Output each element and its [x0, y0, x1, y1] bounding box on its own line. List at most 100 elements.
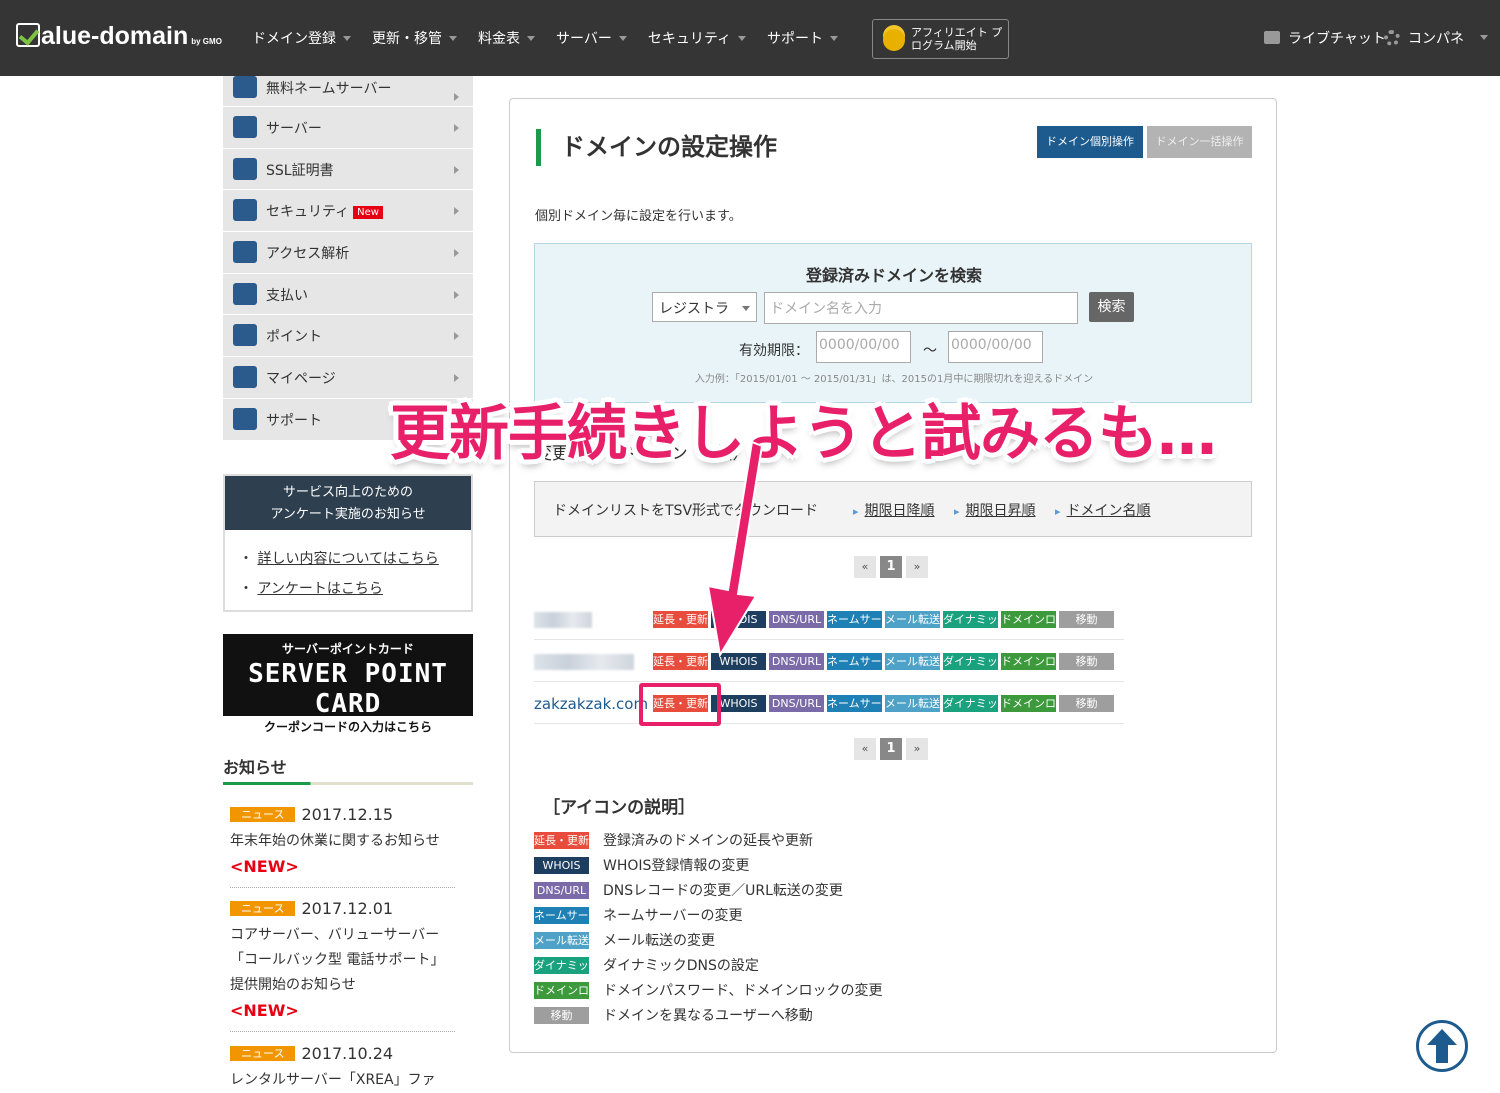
nameserver-chip[interactable]: ネームサーバー — [827, 611, 904, 628]
control-panel-link[interactable]: コンパネ — [1384, 28, 1464, 48]
legend-item: ダイナミック ダイナミックDNSの設定 — [534, 956, 759, 974]
arrow-up-icon — [1427, 1029, 1457, 1063]
list-toolbar: ドメインリストをTSV形式でダウンロード 期限日降順 期限日昇順 ドメイン名順 — [534, 481, 1252, 537]
mail-forward-chip: メール転送 — [534, 931, 589, 949]
icon-legend-title: ［アイコンの説明］ — [543, 798, 696, 818]
blurred-domain-name — [534, 612, 592, 628]
value-domain-logo[interactable]: alue-domain by GMO — [16, 22, 222, 52]
prev-page-button[interactable]: « — [854, 738, 876, 760]
search-title: 登録済みドメインを検索 — [805, 266, 982, 285]
dns-url-chip[interactable]: DNS/URL — [769, 695, 824, 712]
nav-domain-register[interactable]: ドメイン登録 — [252, 28, 351, 48]
news-item[interactable]: ニュース 2017.12.01 コアサーバー、バリューサーバー「コールバック型 電… — [230, 896, 455, 1032]
back-to-top-button[interactable] — [1416, 1020, 1468, 1072]
dynamic-dns-chip[interactable]: ダイナミック — [943, 653, 1009, 670]
sidebar-item-free-nameserver[interactable]: 無料ネームサーバー — [223, 76, 473, 107]
nameserver-chip[interactable]: ネームサーバー — [827, 695, 904, 712]
annotation-arrow-icon — [706, 440, 764, 658]
v-check-icon — [16, 23, 40, 47]
dns-url-chip[interactable]: DNS/URL — [769, 611, 824, 628]
move-chip[interactable]: 移動 — [1059, 653, 1114, 670]
registrar-select[interactable]: レジストラ — [652, 292, 757, 322]
search-button[interactable]: 検索 — [1089, 292, 1134, 322]
survey-notice-header: サービス向上のための アンケート実施のお知らせ — [225, 476, 471, 530]
legend-item: DNS/URL DNSレコードの変更／URL転送の変更 — [534, 880, 843, 900]
sort-name-link[interactable]: ドメイン名順 — [1055, 500, 1151, 520]
news-heading: お知らせ — [223, 754, 473, 785]
bulk-operation-button[interactable]: ドメイン一括操作 — [1147, 126, 1252, 158]
survey-notice-box: サービス向上のための アンケート実施のお知らせ ・ 詳しい内容についてはこちら ・… — [223, 474, 473, 612]
page-title: ドメインの設定操作 — [536, 129, 777, 166]
server-icon — [233, 76, 257, 98]
card-icon — [233, 282, 257, 305]
affiliate-button[interactable]: アフィリエイト プログラム開始 — [872, 19, 1009, 59]
next-page-button[interactable]: » — [906, 738, 928, 760]
divider — [230, 887, 455, 888]
page-1-button[interactable]: 1 — [880, 738, 902, 760]
page-1-button[interactable]: 1 — [880, 556, 902, 578]
domain-search-input[interactable]: ドメイン名を入力 — [764, 292, 1078, 324]
nav-renew-transfer[interactable]: 更新・移管 — [372, 28, 457, 48]
nameserver-chip: ネームサーバー — [534, 906, 611, 924]
news-item[interactable]: ニュース 2017.12.15 年末年始の休業に関するお知らせ <NEW> — [230, 802, 455, 888]
legend-item: ネームサーバー ネームサーバーの変更 — [534, 906, 743, 924]
next-page-button[interactable]: » — [906, 556, 928, 578]
nav-security[interactable]: セキュリティ — [648, 28, 747, 48]
expiry-from-input[interactable]: 0000/00/00 — [816, 331, 911, 363]
sidebar-item-payment[interactable]: 支払い — [223, 273, 473, 316]
expiry-label: 有効期限： — [739, 343, 809, 359]
nav-pricing[interactable]: 料金表 — [478, 28, 535, 48]
coin-icon — [883, 29, 905, 51]
survey-link[interactable]: アンケートはこちら — [257, 581, 382, 597]
chevron-down-icon[interactable] — [1480, 35, 1488, 40]
sort-expiry-desc-link[interactable]: 期限日降順 — [853, 500, 935, 520]
dynamic-dns-chip[interactable]: ダイナミック — [943, 611, 1009, 628]
sort-expiry-asc-link[interactable]: 期限日昇順 — [954, 500, 1036, 520]
expiry-to-input[interactable]: 0000/00/00 — [948, 331, 1043, 363]
domain-name-link[interactable]: zakzakzak.com — [534, 695, 648, 713]
sidebar-item-point[interactable]: ポイント — [223, 315, 473, 358]
range-tilde: 〜 — [923, 343, 937, 359]
blurred-domain-name — [534, 654, 634, 670]
sidebar-item-access-analysis[interactable]: アクセス解析 — [223, 232, 473, 274]
news-tag: ニュース — [230, 1046, 296, 1061]
divider — [230, 1031, 455, 1032]
sidebar-item-server[interactable]: サーバー — [223, 107, 473, 149]
input-example: 入力例：「2015/01/01 ～ 2015/01/31」は、2015の1月中に… — [694, 374, 1094, 385]
global-nav: ドメイン登録 更新・移管 料金表 サーバー セキュリティ サポート — [252, 28, 859, 48]
survey-details-link[interactable]: 詳しい内容についてはこちら — [257, 551, 438, 567]
news-tag: ニュース — [230, 807, 296, 822]
lock-icon — [233, 157, 257, 180]
domain-lock-chip: ドメインロック — [534, 981, 611, 999]
nameserver-chip[interactable]: ネームサーバー — [827, 653, 904, 670]
mail-icon — [233, 407, 257, 430]
server-icon — [233, 116, 257, 138]
sidebar-item-security[interactable]: セキュリティ New — [223, 190, 473, 233]
domain-lock-chip[interactable]: ドメインロック — [1001, 653, 1078, 670]
domain-lock-chip[interactable]: ドメインロック — [1001, 611, 1078, 628]
news-item[interactable]: ニュース 2017.10.24 レンタルサーバー「XREA」ファ — [230, 1041, 455, 1093]
legend-item: 延長・更新 登録済みのドメインの延長や更新 — [534, 831, 813, 849]
individual-operation-button[interactable]: ドメイン個別操作 — [1037, 126, 1143, 158]
dynamic-dns-chip[interactable]: ダイナミック — [943, 695, 1009, 712]
mail-forward-chip[interactable]: メール転送 — [885, 653, 940, 670]
renew-chip: 延長・更新 — [534, 831, 589, 849]
live-chat-link[interactable]: ライブチャット — [1264, 28, 1386, 48]
gear-icon — [1384, 30, 1400, 46]
nav-support[interactable]: サポート — [767, 28, 839, 48]
domain-lock-chip[interactable]: ドメインロック — [1001, 695, 1078, 712]
sidebar-item-ssl[interactable]: SSL証明書 — [223, 148, 473, 191]
mail-forward-chip[interactable]: メール転送 — [885, 695, 940, 712]
mail-forward-chip[interactable]: メール転送 — [885, 611, 940, 628]
action-chips: 延長・更新 WHOIS DNS/URL ネームサーバー メール転送 ダイナミック… — [653, 695, 1114, 712]
move-chip[interactable]: 移動 — [1059, 695, 1114, 712]
server-point-card-banner[interactable]: サーバーポイントカード SERVER POINT CARD クーポンコードの入力… — [223, 634, 473, 735]
move-chip[interactable]: 移動 — [1059, 611, 1114, 628]
domain-row: 延長・更新 WHOIS DNS/URL ネームサーバー メール転送 ダイナミック… — [534, 600, 1124, 640]
dynamic-dns-chip: ダイナミック — [534, 956, 600, 974]
nav-server[interactable]: サーバー — [556, 28, 627, 48]
domain-row: 延長・更新 WHOIS DNS/URL ネームサーバー メール転送 ダイナミック… — [534, 642, 1124, 682]
top-header: alue-domain by GMO ドメイン登録 更新・移管 料金表 サーバー … — [0, 0, 1500, 76]
dns-url-chip[interactable]: DNS/URL — [769, 653, 824, 670]
prev-page-button[interactable]: « — [854, 556, 876, 578]
